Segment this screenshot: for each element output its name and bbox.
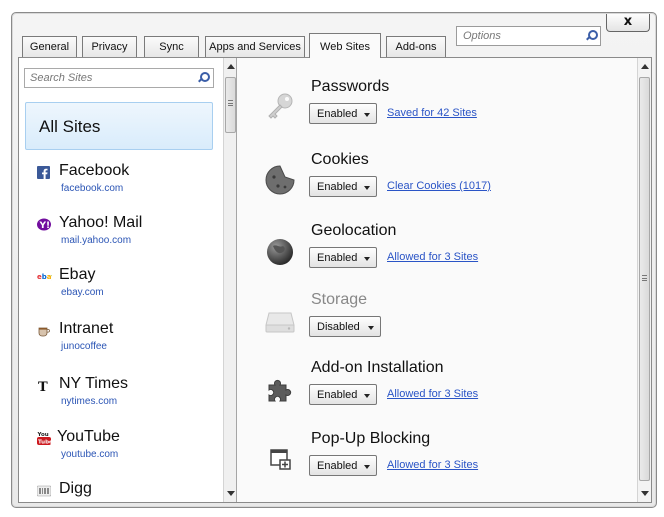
- caret-down-icon: [364, 394, 370, 398]
- scroll-up-arrow-icon[interactable]: [227, 64, 235, 69]
- options-search-placeholder: Options: [463, 30, 501, 42]
- grip-icon: [228, 100, 233, 106]
- site-search-input[interactable]: Search Sites: [24, 68, 214, 88]
- pop-up-blocking-dropdown[interactable]: Enabled: [309, 455, 377, 476]
- pop-up-blocking-link[interactable]: Allowed for 3 Sites: [387, 459, 478, 471]
- dropdown-value: Enabled: [317, 460, 358, 472]
- caret-down-icon: [364, 465, 370, 469]
- site-name: Facebook: [59, 162, 130, 179]
- cookies-dropdown[interactable]: Enabled: [309, 176, 377, 197]
- youtube-icon: You Tube: [37, 430, 54, 446]
- site-search-placeholder: Search Sites: [30, 72, 93, 84]
- all-sites-label: All Sites: [39, 117, 101, 136]
- tab-apps-and-services[interactable]: Apps and Services: [205, 36, 305, 58]
- dropdown-value: Enabled: [317, 252, 358, 264]
- svg-text:ebay: ebay: [37, 273, 52, 281]
- storage-dropdown[interactable]: Disabled: [309, 316, 381, 337]
- site-url: mail.yahoo.com: [61, 235, 132, 246]
- cookie-icon: [263, 163, 297, 197]
- site-url: nytimes.com: [61, 396, 118, 407]
- permission-title: Cookies: [311, 151, 369, 168]
- passwords-dropdown[interactable]: Enabled: [309, 103, 377, 124]
- dropdown-value: Enabled: [317, 389, 358, 401]
- site-url: youtube.com: [61, 449, 119, 460]
- passwords-link[interactable]: Saved for 42 Sites: [387, 107, 477, 119]
- scroll-down-arrow-icon[interactable]: [227, 491, 235, 496]
- site-url: facebook.com: [61, 183, 124, 194]
- geolocation-link[interactable]: Allowed for 3 Sites: [387, 251, 478, 263]
- site-list-scrollbar[interactable]: [223, 58, 237, 502]
- add-on-installation-link[interactable]: Allowed for 3 Sites: [387, 388, 478, 400]
- site-name: Yahoo! Mail: [59, 214, 143, 231]
- hard-drive-icon: [263, 303, 297, 337]
- scroll-down-arrow-icon[interactable]: [641, 491, 649, 496]
- globe-icon: [263, 234, 297, 268]
- permissions-scrollbar[interactable]: [637, 58, 651, 502]
- digg-icon: [36, 484, 52, 497]
- ebay-icon: ebay: [37, 270, 56, 283]
- caret-down-icon: [364, 257, 370, 261]
- permission-title: Passwords: [311, 78, 390, 95]
- dropdown-value: Enabled: [317, 181, 358, 193]
- tab-add-ons[interactable]: Add-ons: [386, 36, 446, 58]
- permission-title: Pop-Up Blocking: [311, 430, 431, 447]
- puzzle-piece-icon: [263, 371, 297, 405]
- close-icon: x: [623, 14, 633, 29]
- tab-general[interactable]: General: [22, 36, 77, 58]
- caret-down-icon: [364, 113, 370, 117]
- coffee-cup-icon: [37, 324, 50, 337]
- key-icon: [263, 90, 297, 124]
- close-button[interactable]: x: [606, 14, 650, 32]
- dropdown-value: Enabled: [317, 108, 358, 120]
- site-name: Digg: [59, 480, 92, 497]
- permission-title: Add-on Installation: [311, 359, 444, 376]
- site-list: Search Sites All Sites Facebook facebook…: [19, 58, 223, 502]
- site-url: junocoffee: [61, 341, 107, 352]
- permission-title: Storage: [311, 291, 368, 308]
- geolocation-dropdown[interactable]: Enabled: [309, 247, 377, 268]
- tab-web-sites[interactable]: Web Sites: [309, 33, 381, 58]
- svg-text:T: T: [38, 380, 48, 392]
- scroll-thumb[interactable]: [225, 77, 236, 133]
- permission-title: Geolocation: [311, 222, 397, 239]
- caret-down-icon: [364, 186, 370, 190]
- add-on-installation-dropdown[interactable]: Enabled: [309, 384, 377, 405]
- site-name: YouTube: [57, 428, 120, 445]
- tab-privacy[interactable]: Privacy: [82, 36, 137, 58]
- dropdown-value: Disabled: [317, 321, 360, 333]
- all-sites-item[interactable]: All Sites: [25, 102, 213, 150]
- grip-icon: [642, 275, 647, 281]
- site-name: Ebay: [59, 266, 96, 283]
- nytimes-icon: T: [37, 379, 50, 395]
- scroll-up-arrow-icon[interactable]: [641, 64, 649, 69]
- yahoo-icon: Y!: [37, 218, 51, 231]
- tab-sync[interactable]: Sync: [144, 36, 199, 58]
- site-name: Intranet: [59, 320, 114, 337]
- caret-down-icon: [368, 326, 374, 330]
- popup-window-icon: [263, 442, 297, 476]
- svg-text:Tube: Tube: [38, 440, 51, 446]
- permissions-pane: Passwords Enabled Saved for 42 Sites Coo…: [237, 58, 637, 502]
- options-search-input[interactable]: Options: [456, 26, 601, 46]
- site-url: ebay.com: [61, 287, 104, 298]
- site-name: NY Times: [59, 375, 129, 392]
- facebook-icon: [37, 166, 50, 179]
- web-sites-panel: Search Sites All Sites Facebook facebook…: [18, 57, 652, 503]
- svg-text:Y!: Y!: [39, 221, 51, 231]
- search-icon[interactable]: [197, 72, 210, 83]
- clear-cookies-link[interactable]: Clear Cookies (1017): [387, 180, 491, 192]
- search-icon[interactable]: [585, 30, 598, 41]
- scroll-thumb[interactable]: [639, 77, 650, 481]
